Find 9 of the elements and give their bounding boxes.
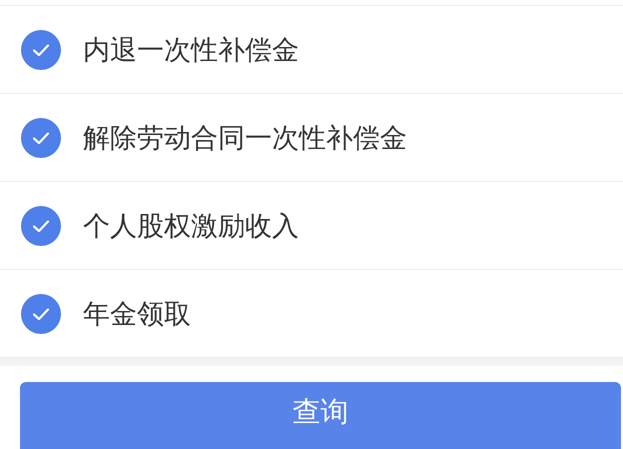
option-label: 年金领取	[83, 298, 191, 332]
option-label: 解除劳动合同一次性补偿金	[83, 122, 407, 156]
checked-checkbox-icon[interactable]	[21, 294, 61, 334]
option-label: 内退一次性补偿金	[83, 34, 299, 68]
checked-checkbox-icon[interactable]	[21, 30, 61, 70]
query-button[interactable]: 查询	[20, 382, 621, 449]
checked-checkbox-icon[interactable]	[21, 206, 61, 246]
option-label: 个人股权激励收入	[83, 210, 299, 244]
checked-checkbox-icon[interactable]	[21, 118, 61, 158]
